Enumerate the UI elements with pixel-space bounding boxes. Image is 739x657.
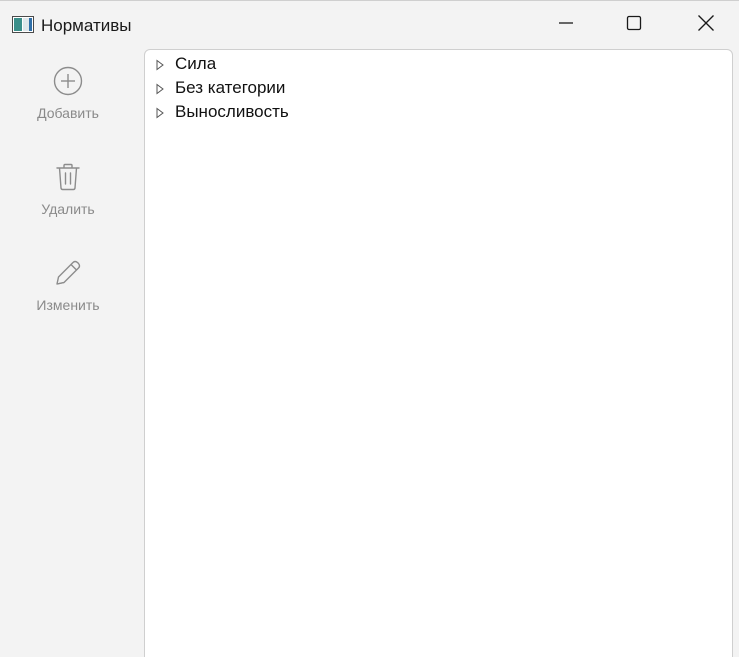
- add-button[interactable]: Добавить: [0, 65, 136, 153]
- maximize-button[interactable]: [604, 1, 664, 49]
- plus-circle-icon: [0, 65, 136, 97]
- edit-button[interactable]: Изменить: [0, 257, 136, 345]
- tree-item-sila[interactable]: Сила: [155, 52, 216, 76]
- edit-button-label: Изменить: [36, 297, 100, 313]
- app-window: Нормативы Добавить Удалить Изменить Сила…: [0, 0, 739, 657]
- sidebar-toolbar: Добавить Удалить Изменить: [0, 49, 140, 657]
- app-icon: [12, 16, 34, 33]
- maximize-icon: [626, 15, 642, 36]
- minimize-button[interactable]: [536, 1, 596, 49]
- tree-item-endurance[interactable]: Выносливость: [155, 100, 289, 124]
- expand-triangle-icon[interactable]: [155, 58, 165, 71]
- tree-item-label: Без категории: [175, 78, 286, 97]
- tree-item-no-category[interactable]: Без категории: [155, 76, 285, 100]
- trash-icon: [0, 161, 136, 193]
- delete-button-label: Удалить: [41, 201, 95, 217]
- tree-item-label: Выносливость: [175, 102, 289, 121]
- window-title: Нормативы: [41, 16, 132, 35]
- expand-triangle-icon[interactable]: [155, 106, 165, 119]
- expand-triangle-icon[interactable]: [155, 82, 165, 95]
- tree-item-label: Сила: [175, 54, 217, 73]
- close-icon: [697, 14, 715, 37]
- categories-tree[interactable]: Сила Без категории Выносливость: [144, 49, 733, 657]
- delete-button[interactable]: Удалить: [0, 161, 136, 249]
- title-bar[interactable]: Нормативы: [0, 1, 739, 49]
- pencil-icon: [0, 257, 136, 289]
- add-button-label: Добавить: [37, 105, 99, 121]
- close-button[interactable]: [676, 1, 736, 49]
- minimize-icon: [558, 15, 574, 36]
